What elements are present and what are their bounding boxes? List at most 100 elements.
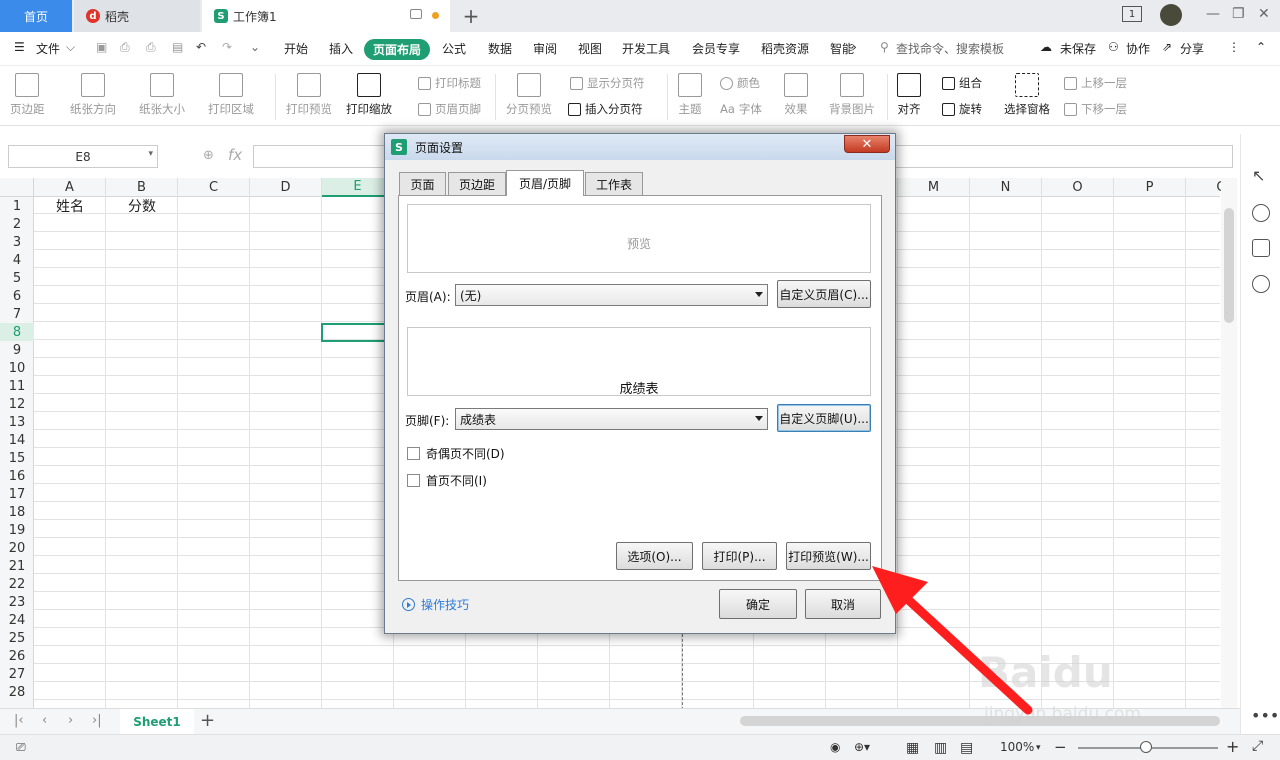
margin-button[interactable]: 页边距	[10, 73, 45, 117]
unsaved-status[interactable]: 未保存	[1060, 40, 1096, 57]
insert-page-break-button[interactable]: 插入分页符	[568, 101, 643, 117]
header-footer-button[interactable]: 页眉页脚	[418, 101, 481, 117]
new-tab-button[interactable]: +	[454, 0, 488, 32]
menu-developer[interactable]: 开发工具	[622, 40, 670, 57]
chevron-down-icon[interactable]: ▾	[148, 149, 153, 159]
normal-view-icon[interactable]: ▦	[906, 740, 919, 756]
more-horizontal-icon[interactable]: •••	[1251, 706, 1279, 725]
collab-icon[interactable]: ⚇	[1108, 40, 1119, 54]
orientation-button[interactable]: 纸张方向	[70, 73, 116, 117]
row-header[interactable]: 15	[0, 449, 34, 467]
export-icon[interactable]: ⎙	[120, 40, 130, 55]
row-header[interactable]: 12	[0, 395, 34, 413]
font-button[interactable]: Aa 字体	[720, 101, 762, 117]
row-header[interactable]: 19	[0, 521, 34, 539]
input-method-icon[interactable]: ⊕▾	[854, 740, 870, 754]
dialog-title-bar[interactable]: S 页面设置	[385, 134, 895, 160]
print-icon[interactable]: ⎙	[146, 40, 156, 55]
paper-size-button[interactable]: 纸张大小	[139, 73, 185, 117]
last-sheet-icon[interactable]: ›|	[92, 713, 102, 728]
avatar[interactable]	[1160, 4, 1182, 26]
tab-workbook[interactable]: S 工作簿1	[202, 0, 450, 32]
menu-file[interactable]: 文件	[36, 40, 60, 57]
save-icon[interactable]: ▣	[96, 40, 107, 54]
menu-data[interactable]: 数据	[488, 40, 512, 57]
tab-page[interactable]: 页面	[399, 172, 446, 195]
location-icon[interactable]	[1252, 275, 1270, 293]
page-break-view-icon[interactable]: ▤	[960, 740, 973, 756]
redo-icon[interactable]: ↷	[222, 40, 232, 54]
first-sheet-icon[interactable]: |‹	[14, 713, 24, 728]
row-header[interactable]: 6	[0, 287, 34, 305]
row-header[interactable]: 23	[0, 593, 34, 611]
align-button[interactable]: 对齐	[897, 73, 921, 117]
row-header[interactable]: 20	[0, 539, 34, 557]
row-header[interactable]: 3	[0, 233, 34, 251]
vertical-scrollbar[interactable]	[1221, 178, 1237, 708]
column-header[interactable]: C	[178, 178, 250, 197]
row-header[interactable]: 22	[0, 575, 34, 593]
bring-forward-button[interactable]: 上移一层	[1064, 75, 1127, 91]
more-chevron-icon[interactable]: ⌄	[250, 40, 260, 54]
cell-a1[interactable]: 姓名	[34, 197, 106, 215]
tab-header-footer[interactable]: 页眉/页脚	[506, 170, 584, 196]
theme-button[interactable]: 主题	[678, 73, 702, 117]
group-button[interactable]: 组合	[942, 75, 982, 91]
sheet-tab-sheet1[interactable]: Sheet1	[120, 709, 194, 734]
name-box[interactable]: E8 ▾	[8, 145, 158, 168]
checkbox-box[interactable]	[407, 447, 420, 460]
selection-pane-button[interactable]: 选择窗格	[1004, 73, 1050, 117]
help-icon[interactable]	[1252, 204, 1270, 222]
search-command-input[interactable]: 查找命令、搜索模板	[896, 40, 1004, 57]
next-sheet-icon[interactable]: ›	[68, 713, 73, 728]
print-scale-button[interactable]: 打印缩放	[346, 73, 392, 117]
menu-start[interactable]: 开始	[284, 40, 308, 57]
color-button[interactable]: 颜色	[720, 75, 760, 91]
row-header[interactable]: 13	[0, 413, 34, 431]
zoom-formula-icon[interactable]: ⊕	[203, 148, 214, 163]
preview-icon[interactable]: ▤	[172, 40, 183, 54]
page-layout-view-icon[interactable]: ▥	[934, 740, 947, 756]
first-page-checkbox[interactable]: 首页不同(I)	[407, 472, 487, 489]
row-header[interactable]: 21	[0, 557, 34, 575]
footer-select[interactable]: 成绩表	[455, 408, 768, 430]
row-header[interactable]: 5	[0, 269, 34, 287]
rotate-button[interactable]: 旋转	[942, 101, 982, 117]
zoom-slider-knob[interactable]	[1140, 741, 1152, 753]
prev-sheet-icon[interactable]: ‹	[42, 713, 47, 728]
odd-even-checkbox[interactable]: 奇偶页不同(D)	[407, 445, 505, 462]
row-header[interactable]: 9	[0, 341, 34, 359]
cursor-select-icon[interactable]: ↖	[1252, 166, 1265, 185]
row-header[interactable]: 14	[0, 431, 34, 449]
checkbox-box[interactable]	[407, 474, 420, 487]
image-tool-icon[interactable]	[1252, 239, 1270, 257]
selected-cell-e8[interactable]	[321, 323, 393, 342]
search-icon[interactable]: ⚲	[880, 40, 889, 54]
row-header[interactable]: 24	[0, 611, 34, 629]
tab-home[interactable]: 首页	[0, 0, 72, 32]
menu-scroll-right-icon[interactable]: ›	[852, 40, 857, 54]
undo-icon[interactable]: ↶	[196, 40, 206, 54]
column-header[interactable]: D	[250, 178, 322, 197]
row-header[interactable]: 28	[0, 683, 34, 701]
share-button[interactable]: 分享	[1180, 40, 1204, 57]
macro-record-icon[interactable]: ⎚	[16, 740, 26, 755]
eye-protect-icon[interactable]: ◉	[830, 740, 840, 754]
cancel-button[interactable]: 取消	[805, 589, 881, 619]
column-header[interactable]: N	[970, 178, 1042, 197]
row-header[interactable]: 11	[0, 377, 34, 395]
column-header[interactable]: O	[1042, 178, 1114, 197]
show-page-breaks-checkbox[interactable]: 显示分页符	[570, 75, 645, 91]
vertical-scroll-thumb[interactable]	[1224, 208, 1234, 323]
row-header[interactable]: 17	[0, 485, 34, 503]
row-header[interactable]: 7	[0, 305, 34, 323]
tab-daoke[interactable]: d 稻壳	[74, 0, 200, 32]
cloud-icon[interactable]: ☁	[1040, 40, 1052, 54]
row-header[interactable]: 25	[0, 629, 34, 647]
column-header[interactable]: B	[106, 178, 178, 197]
close-window-icon[interactable]: ✕	[1258, 6, 1270, 22]
options-button[interactable]: 选项(O)...	[616, 542, 693, 570]
print-titles-button[interactable]: 打印标题	[418, 75, 481, 91]
collapse-ribbon-icon[interactable]: ⌃	[1256, 40, 1266, 54]
column-header[interactable]: A	[34, 178, 106, 197]
